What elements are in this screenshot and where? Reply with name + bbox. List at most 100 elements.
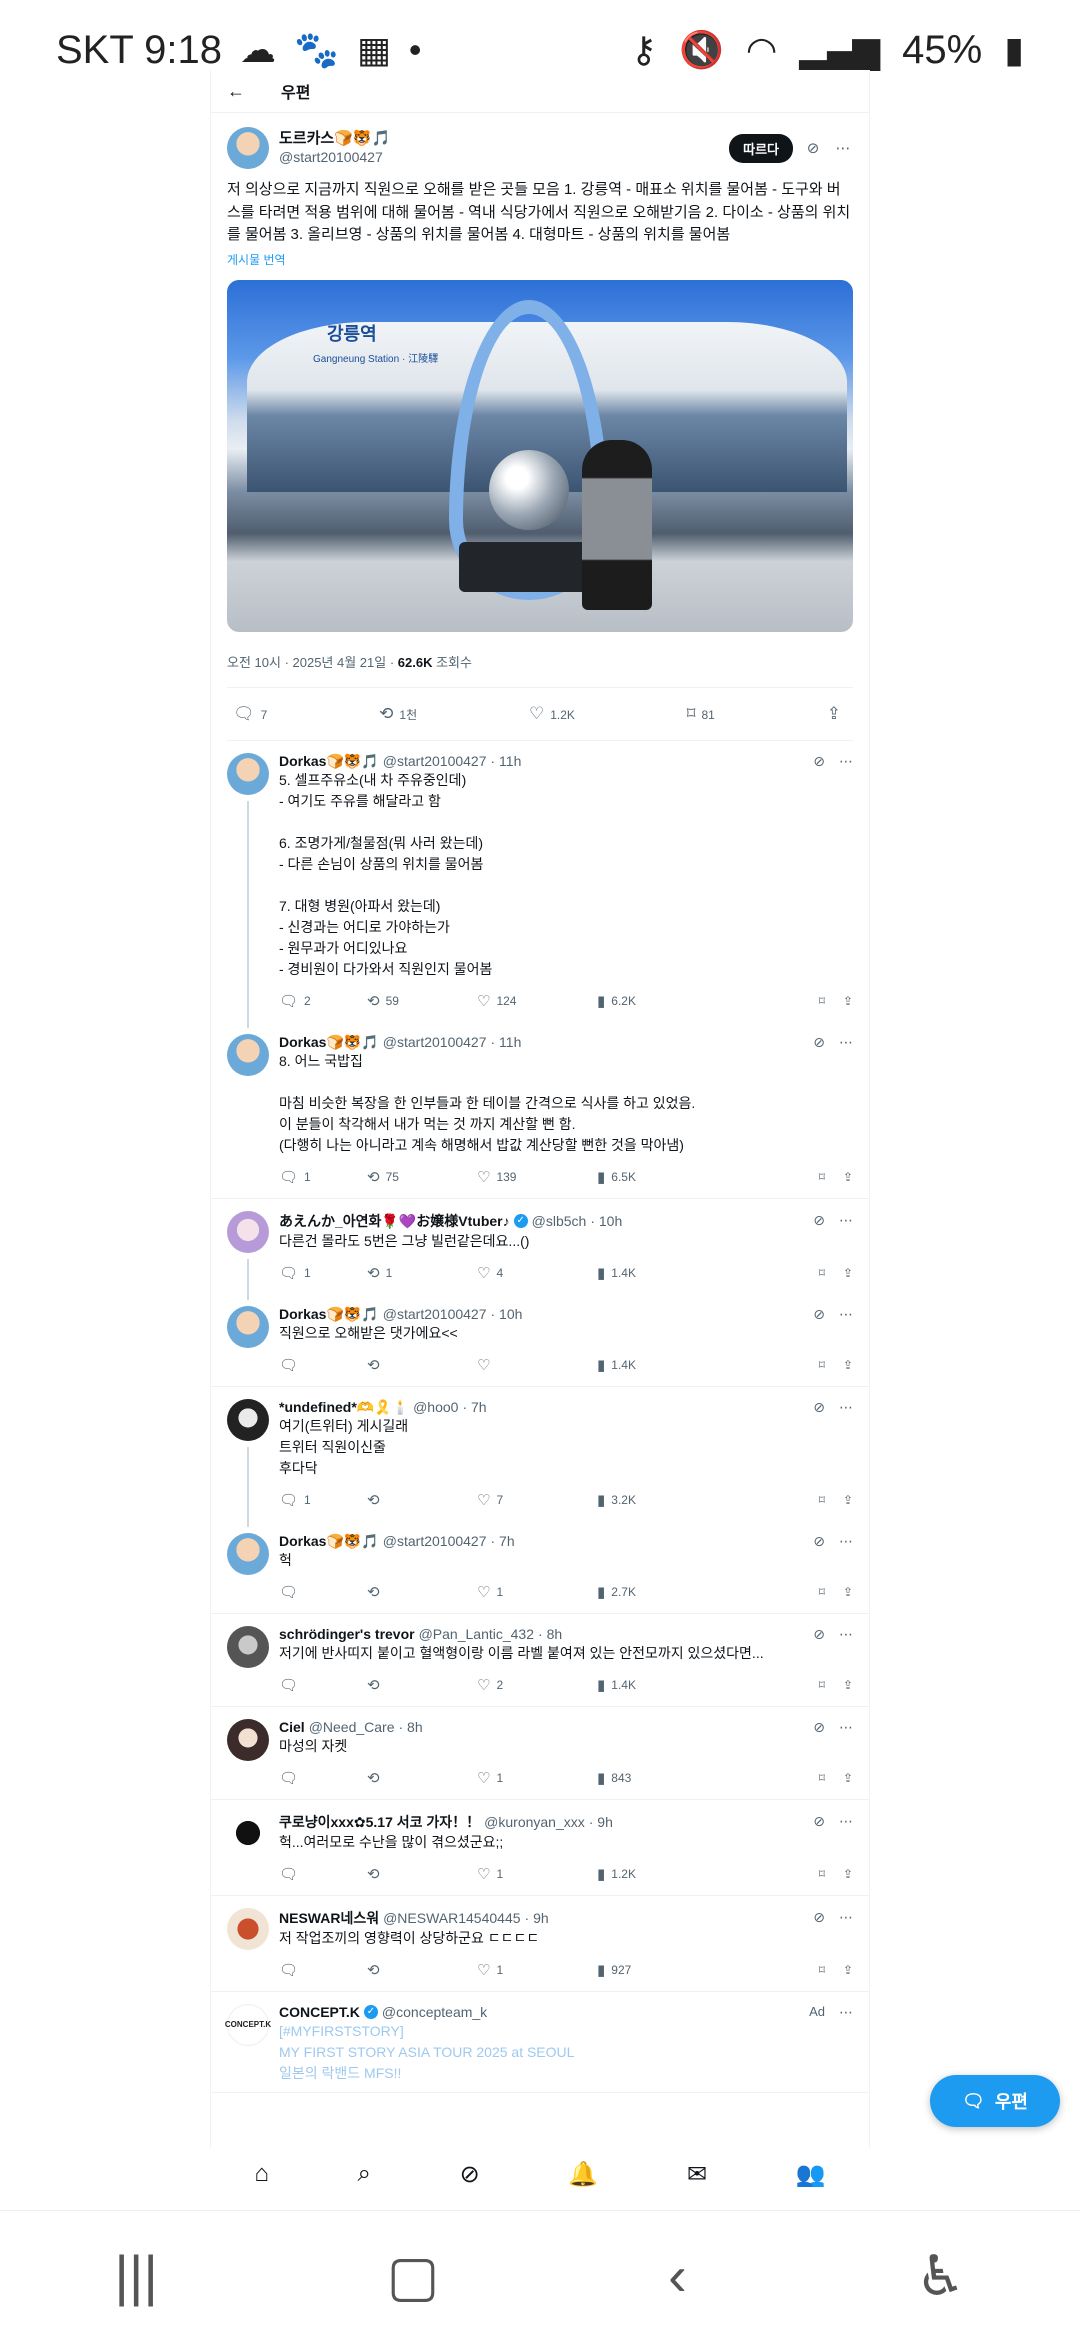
reply-author-handle[interactable]: @Need_Care [309,1719,395,1735]
grok-icon[interactable]: ⊘ [813,1813,825,1830]
views-action[interactable]: ▮ 1.4K [597,1264,707,1282]
more-icon[interactable]: ⋯ [839,1813,853,1830]
reply-item[interactable]: Dorkas🍞🐯🎵 @start20100427 · 11h ⊘ ⋯ 8. 어느 국밥집… [211,1022,869,1199]
more-icon[interactable]: ⋯ [833,139,853,157]
avatar[interactable] [227,1718,269,1761]
repost-action[interactable]: ⟲ 1 [367,1264,477,1282]
repost-action[interactable]: ⟲ [367,1676,477,1694]
like-action[interactable]: ♡ 7 [477,1491,597,1509]
grok-icon[interactable]: ⊘ [803,139,823,157]
reply-author-name[interactable]: Dorkas🍞🐯🎵 [279,1306,379,1323]
reply-author-name[interactable]: NESWAR네스워 [279,1908,379,1928]
reply-author-name[interactable]: 쿠로냥이xxx✿5.17 서코 가자！！ [279,1812,480,1832]
reply-action[interactable]: 🗨 [279,1865,367,1883]
reply-item[interactable]: Dorkas🍞🐯🎵 @start20100427 · 10h ⊘ ⋯ 직원으로 오해받은… [211,1294,869,1387]
reply-action[interactable]: 🗨 1 [279,1491,367,1509]
bookmark-icon[interactable]: ⌑ [819,1493,825,1507]
like-action[interactable]: ♡ 1 [477,1583,597,1601]
follow-button[interactable]: 따르다 [729,133,793,163]
bookmark-action[interactable]: ⌑ 81 [687,704,715,724]
views-action[interactable]: ▮ 1.4K [597,1356,707,1374]
more-icon[interactable]: ⋯ [839,1306,853,1323]
reply-item[interactable]: あえんか_아연화🌹💜お嬢様Vtuber♪ ✓ @slb5ch · 10h ⊘ ⋯ 다른건 … [211,1199,869,1300]
reply-fab-button[interactable]: 🗨 우편 [930,2075,1060,2127]
reply-author-name[interactable]: schrödinger's trevor [279,1626,415,1642]
bookmark-icon[interactable]: ⌑ [819,1170,825,1184]
bell-icon[interactable]: 🔔 [568,2160,598,2189]
repost-action[interactable]: ⟲ 1천 [379,704,417,724]
repost-action[interactable]: ⟲ [367,1356,477,1374]
reply-action[interactable]: 🗨 1 [279,1264,367,1282]
avatar[interactable] [227,1210,269,1253]
more-icon[interactable]: ⋯ [839,2004,853,2021]
translate-link[interactable]: 게시물 번역 [227,251,853,268]
reply-action[interactable]: 🗨 [279,1961,367,1979]
grok-icon[interactable]: ⊘ [813,1034,825,1051]
avatar[interactable] [227,1532,269,1575]
grok-icon[interactable]: ⊘ [813,1626,825,1643]
share-action[interactable]: ⇪ [827,704,847,724]
share-icon[interactable]: ⇪ [843,1585,853,1599]
like-action[interactable]: ♡ 2 [477,1676,597,1694]
more-icon[interactable]: ⋯ [839,1212,853,1229]
share-icon[interactable]: ⇪ [843,1170,853,1184]
grok-icon[interactable]: ⊘ [813,753,825,770]
reply-action[interactable]: 🗨 [279,1769,367,1787]
repost-action[interactable]: ⟲ [367,1769,477,1787]
back-icon[interactable]: ‹ [668,2243,687,2308]
reply-author-handle[interactable]: @start20100427 [383,1306,487,1322]
more-icon[interactable]: ⋯ [839,1719,853,1736]
reply-action[interactable]: 🗨 2 [279,992,367,1010]
views-action[interactable]: ▮ 843 [597,1769,707,1787]
share-icon[interactable]: ⇪ [843,1493,853,1507]
reply-author-name[interactable]: CONCEPT.K [279,2004,360,2020]
repost-action[interactable]: ⟲ 75 [367,1168,477,1186]
reply-action[interactable]: 🗨 7 [233,704,267,724]
views-action[interactable]: ▮ 6.5K [597,1168,707,1186]
grok-icon[interactable]: ⊘ [813,1533,825,1550]
reply-action[interactable]: 🗨 [279,1676,367,1694]
reply-item[interactable]: Ciel @Need_Care · 8h ⊘ ⋯ 마성의 자켓 🗨 ⟲ ♡ 1 ▮ 843 … [211,1707,869,1800]
avatar[interactable] [227,1907,269,1950]
reply-author-handle[interactable]: @slb5ch [532,1213,587,1229]
bookmark-icon[interactable]: ⌑ [819,1771,825,1785]
grok-icon[interactable]: ⊘ [813,1909,825,1926]
reply-author-handle[interactable]: @start20100427 [383,1034,487,1050]
like-action[interactable]: ♡ 1 [477,1865,597,1883]
reply-item[interactable]: 쿠로냥이xxx✿5.17 서코 가자！！ @kuronyan_xxx · 9h ⊘ ⋯ … [211,1800,869,1896]
like-action[interactable]: ♡ 139 [477,1168,597,1186]
repost-action[interactable]: ⟲ 59 [367,992,477,1010]
grok-icon[interactable]: ⊘ [460,2160,480,2189]
share-icon[interactable]: ⇪ [843,994,853,1008]
avatar[interactable] [227,1305,269,1348]
repost-action[interactable]: ⟲ [367,1491,477,1509]
author-name[interactable]: 도르카스🍞🐯🎵 [279,130,390,149]
reply-item[interactable]: NESWAR네스워 @NESWAR14540445 · 9h ⊘ ⋯ 저 작업조끼의 영… [211,1896,869,1992]
share-icon[interactable]: ⇪ [843,1771,853,1785]
bookmark-icon[interactable]: ⌑ [819,1585,825,1599]
like-action[interactable]: ♡ 1.2K [529,704,575,724]
share-icon[interactable]: ⇪ [843,1266,853,1280]
repost-action[interactable]: ⟲ [367,1583,477,1601]
more-icon[interactable]: ⋯ [839,753,853,770]
repost-action[interactable]: ⟲ [367,1865,477,1883]
share-icon[interactable]: ⇪ [843,1867,853,1881]
like-action[interactable]: ♡ [477,1356,597,1374]
reply-item[interactable]: *undefined*🫶🎗️🕯️ @hoo0 · 7h ⊘ ⋯ 여기(트위터) 게시길래… [211,1387,869,1527]
views-action[interactable]: ▮ 6.2K [597,992,707,1010]
home-icon[interactable]: ⌂ [254,2160,269,2188]
people-icon[interactable]: 👥 [796,2160,826,2189]
bookmark-icon[interactable]: ⌑ [819,1266,825,1280]
reply-author-handle[interactable]: @concepteam_k [382,2004,487,2020]
like-action[interactable]: ♡ 1 [477,1769,597,1787]
avatar[interactable] [227,1033,269,1076]
search-icon[interactable]: ⌕ [358,2160,371,2188]
bookmark-icon[interactable]: ⌑ [819,1963,825,1977]
reply-author-handle[interactable]: @hoo0 [413,1399,458,1415]
more-icon[interactable]: ⋯ [839,1399,853,1416]
more-icon[interactable]: ⋯ [839,1533,853,1550]
timeline-column[interactable]: ← 우편 도르카스🍞🐯🎵 @start20100427 따르다 ⊘ ⋯ 저 의상… [210,70,870,2200]
reply-item[interactable]: Dorkas🍞🐯🎵 @start20100427 · 7h ⊘ ⋯ 헉 🗨 ⟲ ♡ 1 ▮… [211,1521,869,1614]
reply-author-name[interactable]: Ciel [279,1719,305,1735]
reply-author-handle[interactable]: @kuronyan_xxx [484,1814,585,1830]
